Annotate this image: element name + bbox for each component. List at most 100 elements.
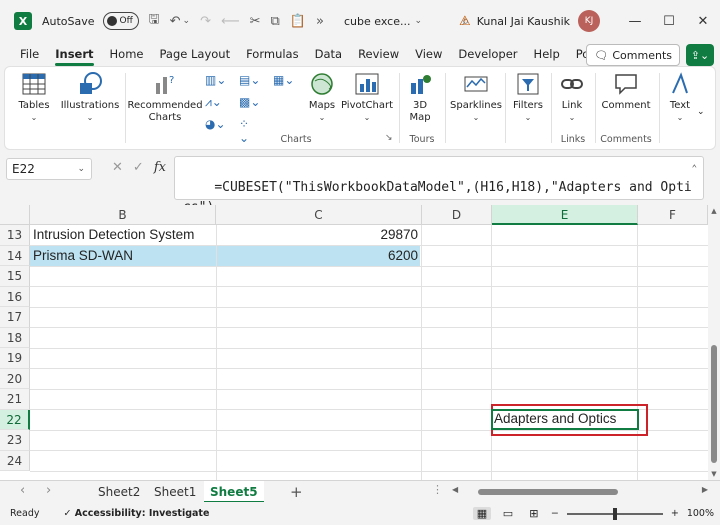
- cell-b13[interactable]: Intrusion Detection System: [30, 225, 216, 245]
- illustrations-button[interactable]: Illustrations ⌄: [59, 71, 121, 124]
- accessibility-status[interactable]: ✓ Accessibility: Investigate: [64, 508, 210, 519]
- maps-button[interactable]: Maps ⌄: [305, 71, 339, 124]
- cell-c14[interactable]: 6200: [216, 246, 421, 266]
- paste-icon[interactable]: 📋: [290, 14, 306, 29]
- waterfall-chart-icon[interactable]: ▩⌄: [239, 95, 260, 111]
- hierarchy-chart-icon[interactable]: ▤⌄: [239, 73, 260, 89]
- row-header-18[interactable]: 18: [0, 327, 30, 348]
- 3d-map-button[interactable]: 3D Map: [403, 71, 437, 124]
- name-box[interactable]: E22 ⌄: [6, 158, 92, 180]
- row-header-17[interactable]: 17: [0, 307, 30, 328]
- undo-icon[interactable]: ↶: [170, 14, 181, 29]
- filters-button[interactable]: Filters ⌄: [509, 71, 547, 124]
- comments-button[interactable]: 🗨 Comments: [586, 44, 680, 66]
- zoom-level[interactable]: 100%: [687, 508, 714, 519]
- sparklines-button[interactable]: Sparklines ⌄: [449, 71, 503, 124]
- document-title[interactable]: cube exce...: [344, 15, 410, 28]
- minimize-icon[interactable]: —: [618, 14, 652, 29]
- tab-help[interactable]: Help: [526, 42, 568, 66]
- sheet-tab-sheet2[interactable]: Sheet2: [92, 481, 146, 503]
- tab-file[interactable]: File: [12, 42, 47, 66]
- copy-icon[interactable]: ⧉: [271, 14, 280, 29]
- cell-c13[interactable]: 29870: [216, 225, 421, 245]
- zoom-slider-knob[interactable]: [612, 507, 617, 520]
- row-header-20[interactable]: 20: [0, 368, 30, 389]
- worksheet-grid[interactable]: B C D E F 13 14 15 16 17 18 19 20 21 22 …: [0, 205, 720, 480]
- select-all-corner[interactable]: [0, 205, 30, 225]
- row-header-19[interactable]: 19: [0, 348, 30, 369]
- tab-home[interactable]: Home: [102, 42, 152, 66]
- page-layout-view-icon[interactable]: ▭: [499, 507, 517, 520]
- prev-sheet-icon[interactable]: ‹: [20, 483, 25, 498]
- row-header-14[interactable]: 14: [0, 245, 30, 266]
- cancel-icon[interactable]: ✕: [112, 160, 123, 175]
- row-header-23[interactable]: 23: [0, 430, 30, 451]
- statistic-chart-icon[interactable]: ▦⌄: [273, 73, 294, 89]
- insert-function-icon[interactable]: fx: [154, 160, 166, 175]
- more-options-icon[interactable]: ⋮: [432, 483, 443, 496]
- sheet-tab-sheet5[interactable]: Sheet5: [204, 481, 264, 503]
- avatar[interactable]: KJ: [578, 10, 600, 32]
- tables-button[interactable]: Tables ⌄: [15, 71, 53, 124]
- sheet-tab-sheet1[interactable]: Sheet1: [148, 481, 202, 503]
- text-button[interactable]: Text ⌄: [663, 71, 697, 124]
- tab-review[interactable]: Review: [350, 42, 407, 66]
- tab-view[interactable]: View: [407, 42, 450, 66]
- vertical-scrollbar[interactable]: ▲ ▼: [708, 205, 720, 480]
- scatter-chart-icon[interactable]: ⁘⌄: [239, 117, 259, 145]
- tab-developer[interactable]: Developer: [450, 42, 525, 66]
- tab-page-layout[interactable]: Page Layout: [152, 42, 239, 66]
- zoom-in-icon[interactable]: +: [671, 508, 679, 519]
- column-header-f[interactable]: F: [638, 205, 708, 225]
- comment-button[interactable]: Comment: [599, 71, 653, 112]
- zoom-out-icon[interactable]: −: [551, 508, 559, 519]
- back-icon[interactable]: ⟵: [221, 14, 240, 29]
- chevron-down-icon[interactable]: ⌄: [77, 159, 85, 179]
- redo-icon[interactable]: ↷: [200, 14, 211, 29]
- column-chart-icon[interactable]: ▥⌄: [205, 73, 226, 89]
- enter-icon[interactable]: ✓: [133, 160, 144, 175]
- title-dropdown-icon[interactable]: ⌄: [414, 16, 422, 26]
- close-icon[interactable]: ✕: [686, 14, 720, 29]
- horizontal-scroll-thumb[interactable]: [478, 489, 618, 495]
- ribbon-collapse-icon[interactable]: ⌄: [697, 107, 717, 123]
- column-header-e[interactable]: E: [492, 205, 638, 225]
- tab-formulas[interactable]: Formulas: [238, 42, 307, 66]
- row-header-16[interactable]: 16: [0, 286, 30, 307]
- column-header-c[interactable]: C: [216, 205, 422, 225]
- undo-dropdown-icon[interactable]: ⌄: [183, 16, 191, 26]
- recommended-charts-button[interactable]: ? Recommended Charts: [127, 71, 203, 124]
- row-header-24[interactable]: 24: [0, 450, 30, 471]
- column-header-d[interactable]: D: [422, 205, 492, 225]
- scroll-up-icon[interactable]: ▲: [708, 207, 720, 215]
- next-sheet-icon[interactable]: ›: [46, 483, 51, 498]
- cell-e22[interactable]: Adapters and Optics: [491, 409, 637, 429]
- row-header-15[interactable]: 15: [0, 266, 30, 287]
- autosave-toggle[interactable]: Off: [102, 12, 139, 30]
- maximize-icon[interactable]: ☐: [652, 14, 686, 29]
- row-header-21[interactable]: 21: [0, 389, 30, 410]
- page-break-view-icon[interactable]: ⊞: [525, 507, 543, 520]
- more-commands-icon[interactable]: »: [316, 14, 324, 29]
- horizontal-scrollbar[interactable]: ◀ ▶: [452, 485, 708, 497]
- cell-b14[interactable]: Prisma SD-WAN: [30, 246, 216, 266]
- expand-formula-icon[interactable]: ⌃: [692, 159, 697, 179]
- pivotchart-button[interactable]: PivotChart ⌄: [339, 71, 395, 124]
- tab-data[interactable]: Data: [307, 42, 350, 66]
- cut-icon[interactable]: ✂: [250, 14, 261, 29]
- formula-input[interactable]: =CUBESET("ThisWorkbookDataModel",(H16,H1…: [174, 156, 704, 215]
- save-icon[interactable]: 🖫: [149, 10, 160, 32]
- link-button[interactable]: Link ⌄: [555, 71, 589, 124]
- share-button[interactable]: ⇪⌄: [686, 44, 714, 66]
- column-header-b[interactable]: B: [30, 205, 216, 225]
- row-header-22[interactable]: 22: [0, 409, 30, 430]
- vertical-scroll-thumb[interactable]: [711, 345, 717, 463]
- normal-view-icon[interactable]: ▦: [472, 507, 491, 520]
- pie-chart-icon[interactable]: ◕⌄: [205, 117, 226, 133]
- scroll-down-icon[interactable]: ▼: [708, 470, 720, 478]
- zoom-slider[interactable]: [566, 507, 663, 520]
- tab-insert[interactable]: Insert: [47, 42, 101, 66]
- row-header-13[interactable]: 13: [0, 225, 30, 246]
- add-sheet-icon[interactable]: +: [290, 481, 303, 503]
- scroll-left-icon[interactable]: ◀: [452, 485, 458, 494]
